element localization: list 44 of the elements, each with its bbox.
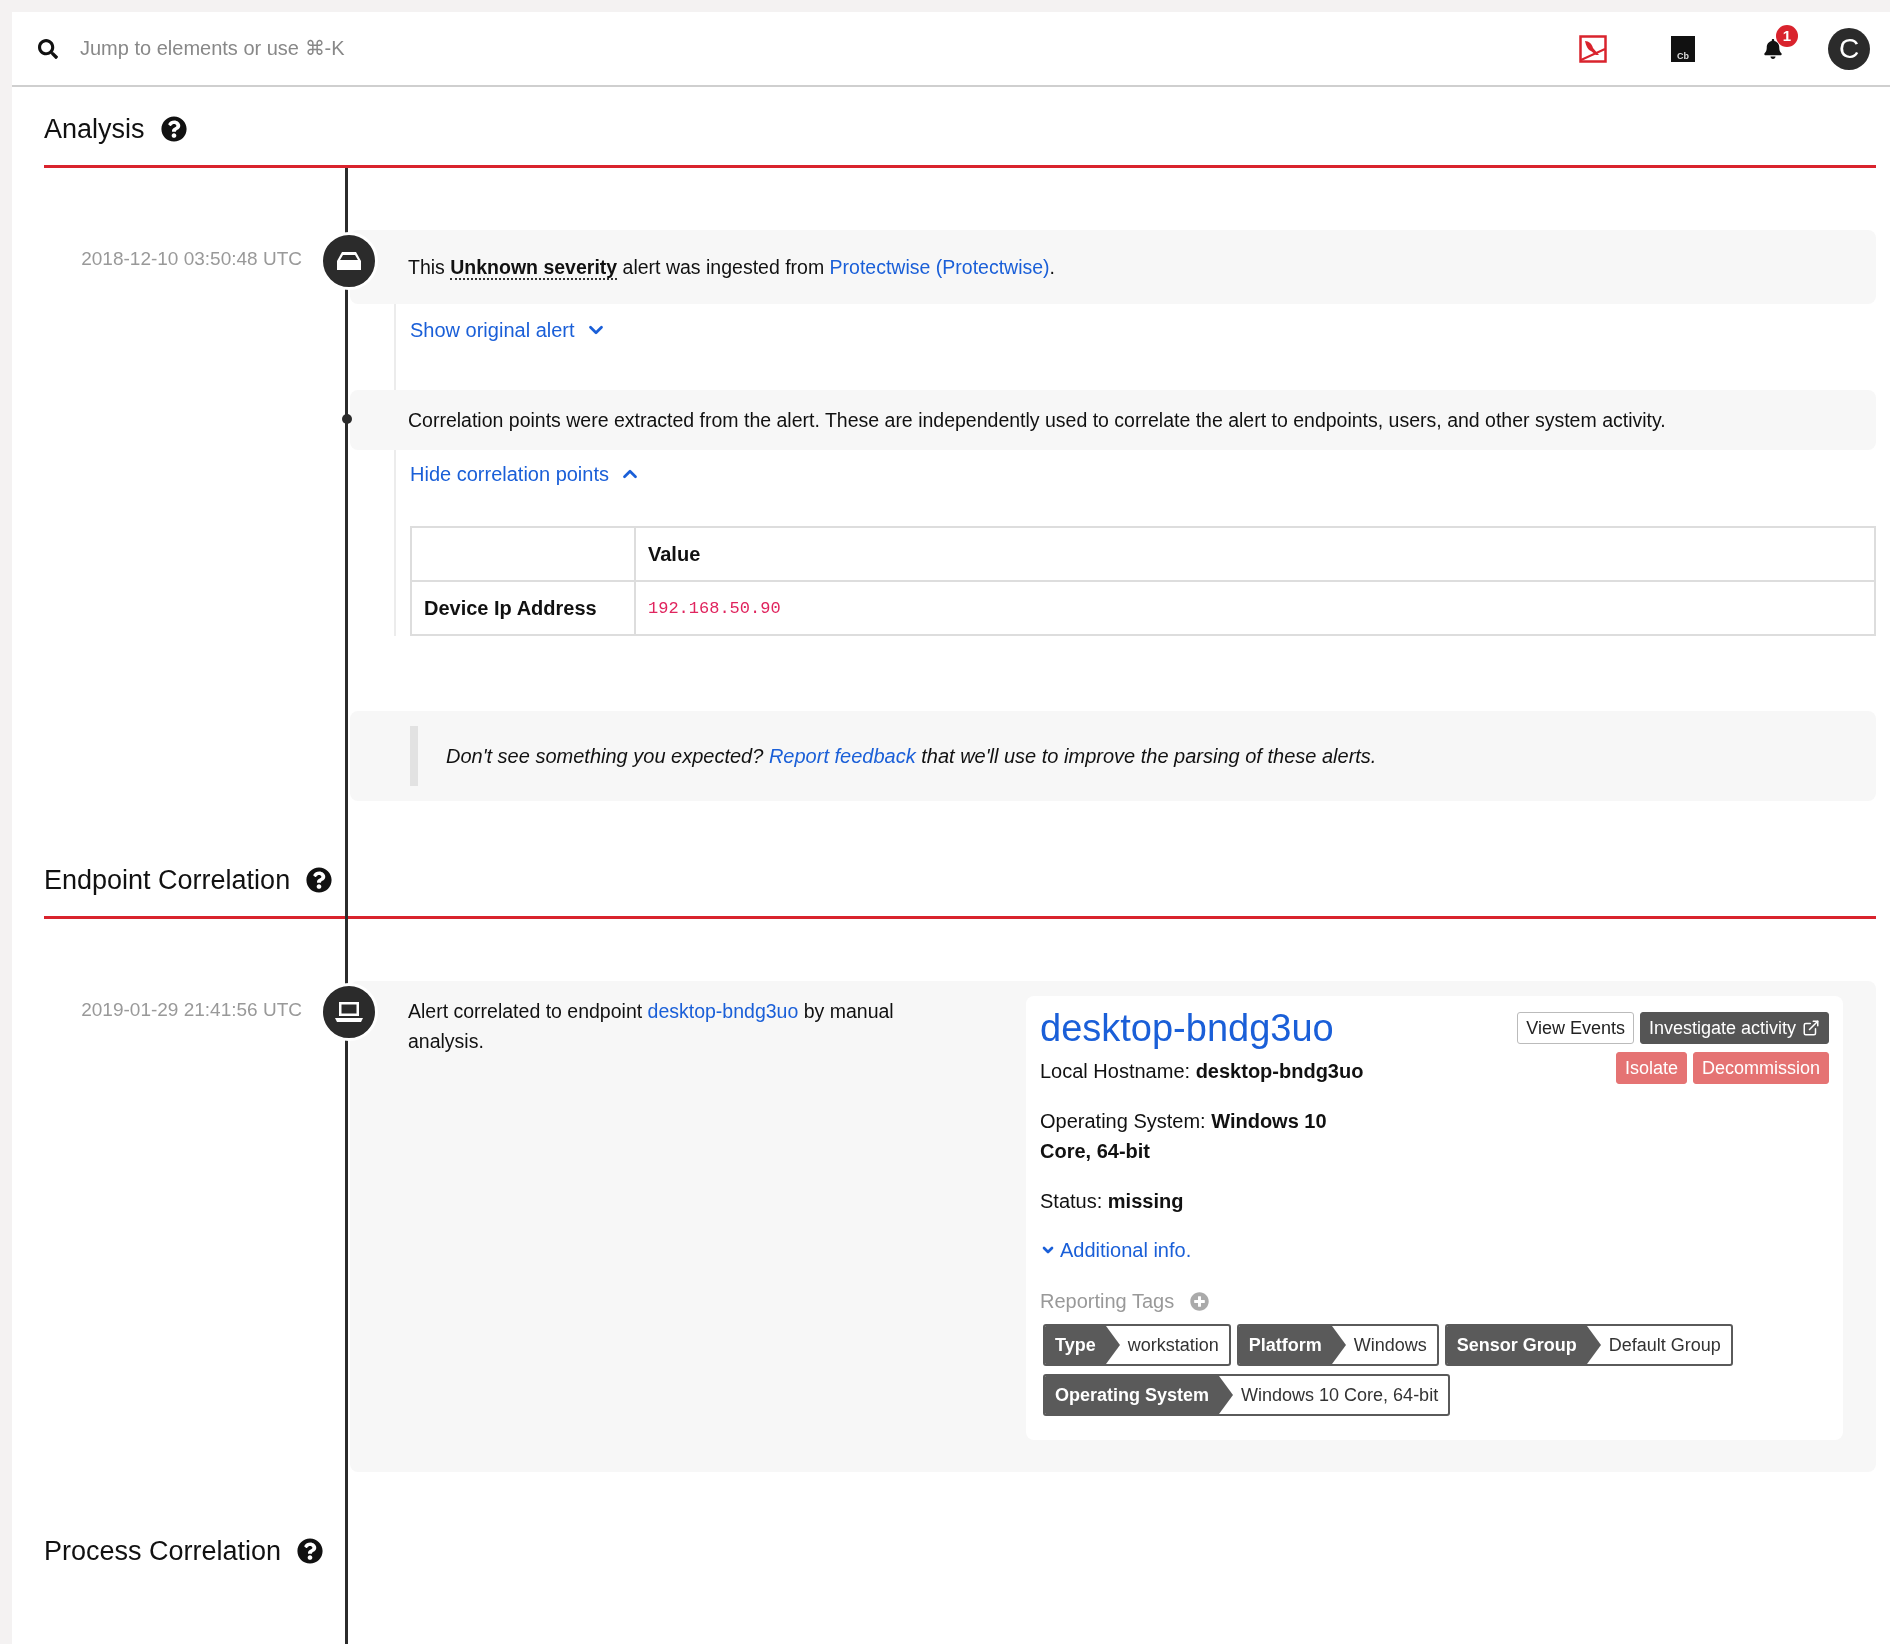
section-title: Process Correlation [44,1535,282,1567]
table-cell: 192.168.50.90 [635,581,1875,635]
feedback-text: Don't see something you expected? Report feedback that we'll use to improve the parsing of these alerts. [410,726,1856,786]
table-cell: Device Ip Address [411,581,635,635]
endpoint-link[interactable]: desktop-bndg3uo [647,1000,799,1022]
reporting-tag: Platform Windows [1236,1324,1439,1366]
action-button[interactable]: View Events [1517,1012,1634,1044]
inbox-icon [335,249,363,273]
toggle-link[interactable]: Hide correlation points [410,460,641,488]
reporting-tag: Type workstation [1043,1324,1231,1366]
event-timestamp: 2018-12-10 03:50:48 UTC [80,248,302,270]
external-link-icon [1802,1019,1820,1037]
reporting-tags-label: Reporting Tags [1040,1289,1175,1314]
event-timestamp: 2019-01-29 21:41:56 UTC [80,999,302,1021]
app-logo[interactable]: Cb [1671,35,1695,62]
reporting-tag: Sensor Group Default Group [1444,1324,1733,1366]
bird-logo-icon[interactable] [1579,34,1607,63]
alert-message: This Unknown severity alert was ingested from Protectwise (Protectwise). [408,255,1056,282]
action-button[interactable]: Investigate activity [1639,1012,1829,1044]
user-avatar[interactable]: C [1828,27,1870,70]
bell-icon[interactable] [1763,38,1783,59]
table-header: Value [635,527,1875,581]
additional-info-toggle[interactable]: Additional info. [1040,1236,1192,1264]
help-icon[interactable] [160,116,187,142]
endpoint-field: Status: missing [1040,1186,1364,1216]
laptop-icon [334,1000,364,1024]
help-icon[interactable] [297,1538,324,1564]
endpoint-hostname[interactable]: desktop-bndg3uo [1040,1004,1364,1052]
section-title: Analysis [44,113,145,145]
search-icon [38,38,58,59]
help-icon[interactable] [306,867,333,893]
reporting-tag: Operating System Windows 10 Core, 64-bit [1043,1374,1451,1416]
section-title: Endpoint Correlation [44,864,291,896]
endpoint-message: Alert correlated to endpoint desktop-bndg3uo by manual analysis. [408,999,895,1054]
correlation-message: Correlation points were extracted from the alert. These are independently used to correlate the alert to endpoints, users, and other system activity. [408,408,1667,433]
action-button[interactable]: Isolate [1615,1052,1687,1084]
action-button[interactable]: Decommission [1692,1052,1829,1084]
report-feedback-link[interactable]: Report feedback [768,745,916,767]
toggle-link[interactable]: Show original alert [410,316,607,344]
source-link[interactable]: Protectwise (Protectwise) [829,256,1050,278]
endpoint-field: Operating System: Windows 10 Core, 64-bit [1040,1106,1350,1166]
endpoint-field: Local Hostname: desktop-bndg3uo [1040,1056,1364,1086]
search-field[interactable]: Jump to elements or use ⌘-K [78,27,1538,70]
notification-badge: 1 [1776,24,1798,47]
